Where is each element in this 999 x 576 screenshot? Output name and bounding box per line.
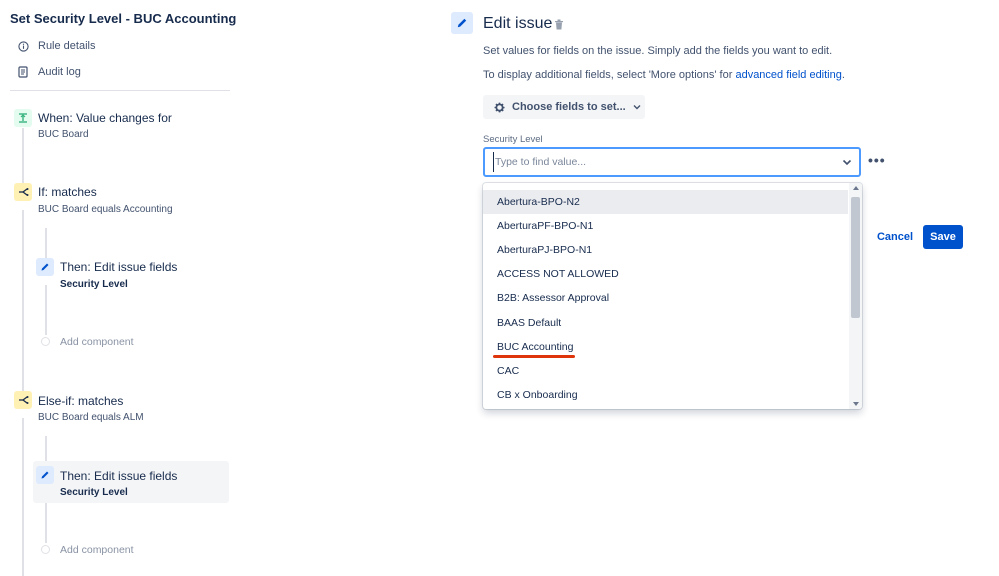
then-action-title[interactable]: Then: Edit issue fields	[60, 260, 177, 274]
add-component-dot	[41, 545, 50, 554]
trigger-title[interactable]: When: Value changes for	[38, 111, 172, 125]
dropdown-option[interactable]: Abertura-BPO-N2	[483, 190, 848, 214]
document-icon	[16, 65, 30, 79]
then-action-subtitle: Security Level	[60, 279, 128, 290]
then-action-title[interactable]: Then: Edit issue fields	[60, 469, 177, 483]
sidebar-divider	[10, 90, 230, 91]
pencil-icon	[36, 258, 54, 276]
if-condition-subtitle: BUC Board equals Accounting	[38, 204, 173, 215]
else-if-condition-title[interactable]: Else-if: matches	[38, 394, 123, 408]
security-level-search-input[interactable]	[493, 152, 823, 172]
trash-icon[interactable]	[554, 17, 564, 35]
then-action-subtitle: Security Level	[60, 487, 128, 498]
dropdown-option[interactable]: B2B: Assessor Approval	[483, 286, 848, 310]
add-component-dot	[41, 337, 50, 346]
flow-connector	[22, 128, 24, 184]
choose-fields-button[interactable]: Choose fields to set...	[483, 95, 645, 119]
rule-details-link[interactable]: Rule details	[16, 39, 95, 53]
scrollbar-thumb[interactable]	[851, 197, 860, 318]
more-options-button[interactable]: •••	[868, 152, 886, 168]
scroll-up-arrow-icon[interactable]	[853, 186, 859, 190]
dropdown-option[interactable]: ACCESS NOT ALLOWED	[483, 262, 848, 286]
save-button[interactable]: Save	[923, 225, 963, 249]
dropdown-option[interactable]: CAC	[483, 359, 848, 383]
annotation-underline	[493, 355, 575, 358]
security-level-label: Security Level	[483, 134, 543, 145]
flow-connector	[45, 228, 47, 260]
chevron-down-icon[interactable]	[841, 156, 853, 168]
audit-log-label: Audit log	[38, 66, 81, 78]
dropdown-option[interactable]: AberturaPF-BPO-N1	[483, 214, 848, 238]
security-level-dropdown: Abertura-BPO-N2 AberturaPF-BPO-N1 Abertu…	[483, 183, 862, 409]
chevron-down-icon	[633, 104, 641, 110]
pencil-icon	[36, 466, 54, 484]
dropdown-scrollbar[interactable]	[849, 183, 862, 409]
edit-issue-title: Edit issue	[483, 15, 553, 32]
advanced-field-editing-link[interactable]: advanced field editing	[735, 69, 841, 81]
add-component-link[interactable]: Add component	[60, 336, 134, 348]
info-icon	[16, 39, 30, 53]
choose-fields-label: Choose fields to set...	[512, 101, 626, 113]
trigger-subtitle: BUC Board	[38, 129, 89, 140]
dropdown-option[interactable]: CB x Onboarding	[483, 383, 848, 407]
edit-issue-pencil-icon	[451, 12, 473, 34]
rule-sidebar: Set Security Level - BUC Accounting Rule…	[0, 0, 240, 576]
rule-details-label: Rule details	[38, 40, 96, 52]
edit-issue-description: Set values for fields on the issue. Simp…	[483, 45, 833, 57]
trigger-icon	[14, 109, 32, 127]
flow-connector	[22, 418, 24, 576]
if-condition-title[interactable]: If: matches	[38, 185, 97, 199]
hint-text: To display additional fields, select 'Mo…	[483, 69, 736, 81]
add-component-link[interactable]: Add component	[60, 544, 134, 556]
flow-connector	[45, 285, 47, 335]
else-if-condition-subtitle: BUC Board equals ALM	[38, 412, 144, 423]
security-level-select[interactable]	[483, 147, 861, 177]
gear-icon	[493, 101, 506, 114]
audit-log-link[interactable]: Audit log	[16, 65, 81, 79]
branch-icon	[14, 391, 32, 409]
rule-title: Set Security Level - BUC Accounting	[10, 11, 237, 26]
hint-suffix: .	[841, 69, 845, 81]
branch-icon	[14, 183, 32, 201]
dropdown-option[interactable]: BAAS Default	[483, 311, 848, 335]
flow-connector	[22, 210, 24, 392]
scroll-down-arrow-icon[interactable]	[853, 402, 859, 406]
advanced-editing-hint: To display additional fields, select 'Mo…	[483, 69, 845, 81]
cancel-button[interactable]: Cancel	[874, 226, 916, 248]
dropdown-option[interactable]: AberturaPJ-BPO-N1	[483, 238, 848, 262]
